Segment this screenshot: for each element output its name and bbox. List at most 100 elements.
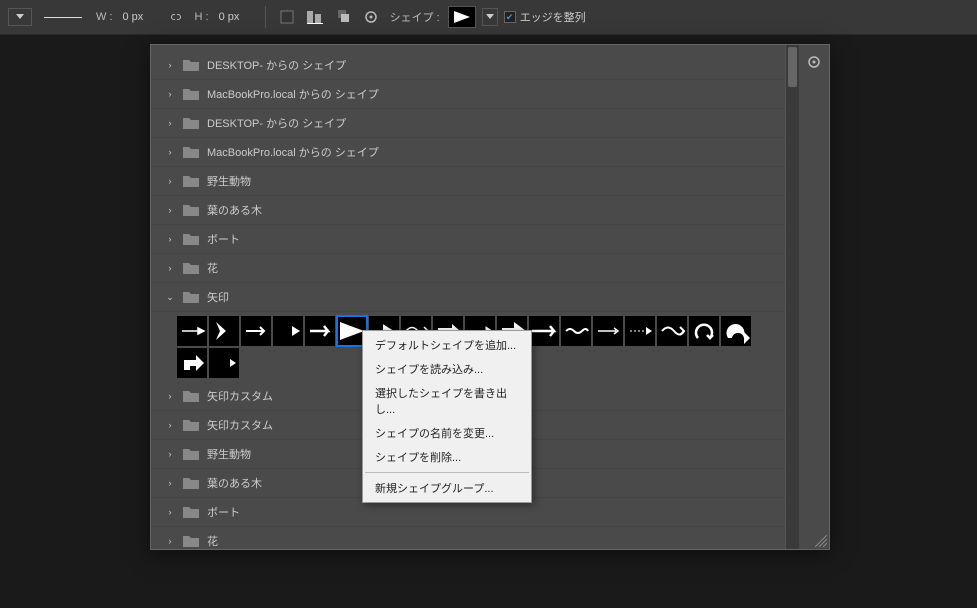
folder-label: ボート [207,504,240,520]
menu-item[interactable]: 選択したシェイプを書き出し... [363,381,531,421]
menu-item[interactable]: シェイプを読み込み... [363,357,531,381]
chevron-right-icon[interactable]: › [165,420,175,430]
arrow-shape-icon [626,318,654,344]
tool-preset-dropdown[interactable] [8,8,32,26]
shape-thumbnail[interactable] [209,316,239,346]
arrow-shape-icon [210,350,238,376]
shape-context-menu: デフォルトシェイプを追加...シェイプを読み込み...選択したシェイプを書き出し… [362,330,532,503]
folder-label: 葉のある木 [207,475,262,491]
chevron-right-icon[interactable]: › [165,449,175,459]
chevron-right-icon[interactable]: › [165,60,175,70]
shape-thumbnail[interactable] [305,316,335,346]
folder-icon [183,175,199,187]
tree-folder-row[interactable]: ⌄矢印 [151,283,785,312]
folder-icon [183,506,199,518]
folder-icon [183,59,199,71]
chevron-right-icon[interactable]: › [165,205,175,215]
shape-thumbnail[interactable] [657,316,687,346]
chevron-right-icon[interactable]: › [165,507,175,517]
tree-folder-row[interactable]: ›DESKTOP- からの シェイプ [151,109,785,138]
width-label: W : [96,11,113,23]
fill-swatch[interactable] [276,6,298,28]
folder-icon [183,448,199,460]
arrow-shape-icon [210,318,238,344]
chevron-right-icon[interactable]: › [165,118,175,128]
shape-thumbnail[interactable] [561,316,591,346]
tree-folder-row[interactable]: ›葉のある木 [151,196,785,225]
folder-icon [183,291,199,303]
folder-label: 野生動物 [207,446,251,462]
arrow-shape-icon [178,350,206,376]
shape-thumbnail[interactable] [721,316,751,346]
chevron-right-icon[interactable]: › [165,263,175,273]
height-input[interactable] [217,8,255,26]
folder-icon [183,88,199,100]
shape-thumbnail[interactable] [177,316,207,346]
menu-item[interactable]: デフォルトシェイプを追加... [363,333,531,357]
chevron-right-icon[interactable]: › [165,536,175,546]
folder-icon [183,419,199,431]
chevron-right-icon[interactable]: › [165,176,175,186]
folder-icon [183,204,199,216]
tree-folder-row[interactable]: › ボート [151,225,785,254]
shape-thumbnail[interactable] [625,316,655,346]
shape-dropdown-toggle[interactable] [482,8,498,26]
folder-icon [183,146,199,158]
folder-label: 花 [207,260,218,276]
panel-menu-gear-icon[interactable] [803,51,825,73]
checkbox-checked-icon: ✔ [504,11,516,23]
arrow-shape-icon [274,318,302,344]
folder-label: 野生動物 [207,173,251,189]
resize-grip[interactable] [815,535,827,547]
shape-thumbnail[interactable] [529,316,559,346]
align-edges-checkbox[interactable]: ✔ エッジを整列 [504,9,586,25]
scrollbar-thumb[interactable] [788,47,797,87]
scrollbar[interactable] [785,45,799,549]
shape-thumbnail[interactable] [273,316,303,346]
menu-item-new-group[interactable]: 新規シェイプグループ... [363,476,531,500]
menu-separator [365,472,529,473]
arrow-play-icon [452,9,472,25]
menu-item[interactable]: シェイプを削除... [363,445,531,469]
folder-label: MacBookPro.local からの シェイプ [207,144,379,160]
height-label: H : [195,11,209,23]
arrow-shape-icon [242,318,270,344]
shape-thumbnail[interactable] [209,348,239,378]
arrow-shape-icon [178,318,206,344]
tree-folder-row[interactable]: › MacBookPro.local からの シェイプ [151,138,785,167]
arrange-icon[interactable] [332,6,354,28]
arrow-shape-icon [594,318,622,344]
width-input[interactable] [121,8,159,26]
menu-item[interactable]: シェイプの名前を変更... [363,421,531,445]
gear-icon[interactable] [360,6,382,28]
folder-label: MacBookPro.local からの シェイプ [207,86,379,102]
folder-icon [183,233,199,245]
chevron-down-icon [486,14,494,20]
folder-label: ボート [207,231,240,247]
chevron-down-icon [16,14,24,20]
chevron-right-icon[interactable]: › [165,391,175,401]
shape-label: シェイプ : [390,9,440,25]
shape-thumbnail[interactable] [241,316,271,346]
tree-folder-row[interactable]: › 野生動物 [151,167,785,196]
stroke-style-dropdown[interactable] [38,8,88,26]
align-icon[interactable] [304,6,326,28]
shape-preview-swatch[interactable] [448,6,476,28]
link-wh-icon[interactable] [165,6,187,28]
chevron-right-icon[interactable]: › [165,478,175,488]
arrow-shape-icon [658,318,686,344]
shape-thumbnail[interactable] [689,316,719,346]
tree-folder-row[interactable]: ›DESKTOP- からの シェイプ [151,51,785,80]
chevron-down-icon[interactable]: ⌄ [165,292,175,303]
align-edges-label: エッジを整列 [520,9,586,25]
tree-folder-row[interactable]: ›花 [151,254,785,283]
chevron-right-icon[interactable]: › [165,234,175,244]
chevron-right-icon[interactable]: › [165,147,175,157]
folder-label: 矢印カスタム [207,388,273,404]
folder-label: 矢印カスタム [207,417,273,433]
shape-thumbnail[interactable] [177,348,207,378]
chevron-right-icon[interactable]: › [165,89,175,99]
tree-folder-row[interactable]: › MacBookPro.local からの シェイプ [151,80,785,109]
tree-folder-row[interactable]: ›花 [151,527,785,549]
shape-thumbnail[interactable] [593,316,623,346]
